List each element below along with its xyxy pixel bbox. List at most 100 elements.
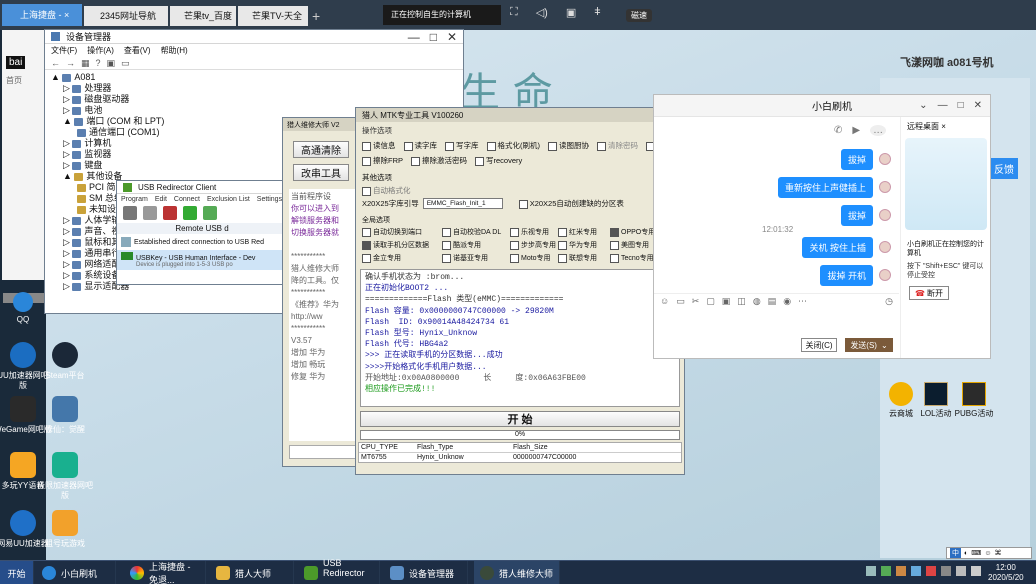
op-checkbox[interactable]: 格式化(刷机)	[486, 140, 540, 151]
forward-icon[interactable]: →	[66, 58, 75, 68]
volume-icon[interactable]	[971, 566, 981, 576]
connect-icon[interactable]	[163, 206, 177, 220]
op-checkbox[interactable]: 擦除FRP	[362, 155, 403, 166]
browser-tab-active[interactable]: 上海捷盘 - ×	[2, 4, 82, 26]
baidu-logo[interactable]: bai	[6, 56, 26, 69]
clock[interactable]: 12:00 2020/5/20	[988, 563, 1024, 583]
tray-icon[interactable]	[866, 566, 876, 576]
volume-icon[interactable]: ◁)	[536, 6, 548, 24]
chat-close-button[interactable]: 关闭(C)	[801, 338, 837, 352]
task-device-manager[interactable]: 设备管理器	[384, 561, 468, 584]
minimize-button[interactable]: —	[938, 100, 948, 111]
side-app-yunshangcheng[interactable]: 云商城	[884, 382, 918, 419]
task-lieren-master[interactable]: 猎人维修大师	[474, 561, 560, 584]
connection-row[interactable]: Established direct connection to USB Red	[117, 234, 287, 250]
scissors-icon[interactable]: ✂	[692, 296, 700, 306]
desktop-icon-zuhao[interactable]: 租号玩游戏	[36, 510, 94, 549]
op-checkbox[interactable]: 写字库	[445, 140, 479, 151]
desktop-icon-steam[interactable]: Steam平台	[36, 342, 94, 381]
menu-edit[interactable]: Edit	[155, 196, 167, 203]
tray-icon[interactable]	[911, 566, 921, 576]
global-option-checkbox[interactable]: 金立专用	[362, 253, 442, 263]
task-lieren-folder[interactable]: 猎人大师	[210, 561, 294, 584]
win-badge[interactable]: 磁速	[626, 9, 652, 22]
modify-serial-button[interactable]: 改串工具	[293, 164, 349, 181]
global-option-checkbox[interactable]: 乐视专用	[510, 227, 558, 237]
op-checkbox[interactable]: 清除密码	[597, 140, 638, 151]
task-browser[interactable]: 上海捷盘 - 免退...	[124, 561, 206, 584]
device-row[interactable]: USBKey - USB Human Interface - Dev Devic…	[117, 250, 287, 270]
expand-icon[interactable]: ⌄	[919, 100, 927, 111]
tray-icon[interactable]	[941, 566, 951, 576]
global-option-checkbox[interactable]: 自动切换到端口	[362, 227, 442, 237]
global-option-checkbox[interactable]: 红米专用	[558, 227, 610, 237]
tray-icon[interactable]	[881, 566, 891, 576]
close-button[interactable]: ✕	[974, 100, 982, 111]
image-icon[interactable]: ▣	[722, 296, 731, 306]
desktop-icon-xiuxian[interactable]: 修仙：觉醒	[36, 396, 94, 435]
qualcomm-clear-button[interactable]: 高通清除	[293, 141, 349, 158]
history-icon[interactable]: ◷	[885, 296, 893, 306]
menu-action[interactable]: 操作(A)	[87, 45, 114, 55]
global-option-checkbox[interactable]: 读取手机分区数据	[362, 240, 442, 250]
global-option-checkbox[interactable]: 华为专用	[558, 240, 610, 250]
tray-icon[interactable]	[926, 566, 936, 576]
message-input[interactable]	[656, 309, 897, 337]
close-button[interactable]: ✕	[447, 30, 457, 44]
menu-program[interactable]: Program	[121, 196, 148, 203]
browser-tab[interactable]: 2345网址导航	[84, 6, 168, 26]
task-qq[interactable]: 小白刷机	[36, 561, 116, 584]
x20-auto-checkbox[interactable]: X20X25自动创建缺的分区表	[518, 198, 624, 209]
window-icon[interactable]: ▣	[566, 6, 576, 24]
pin-icon[interactable]: ǂ	[594, 6, 600, 24]
tree-item[interactable]: ▷ 磁盘驱动器	[51, 94, 463, 105]
menu-connect[interactable]: Connect	[174, 196, 200, 203]
gif-icon[interactable]: ▭	[676, 296, 685, 306]
more-icon[interactable]: ⋯	[798, 296, 807, 306]
folder-icon[interactable]: ▢	[706, 296, 715, 306]
task-usb-redirector[interactable]: USB Redirector ...	[298, 558, 380, 584]
x20-select[interactable]: EMMC_Flash_Init_1	[422, 198, 503, 209]
global-option-checkbox[interactable]: 联想专用	[558, 253, 610, 263]
maximize-button[interactable]: □	[430, 30, 437, 44]
side-app-pubg[interactable]: PUBG活动	[954, 382, 994, 419]
tray-icon[interactable]	[896, 566, 906, 576]
send-button[interactable]: 发送(S) ⌄	[845, 338, 893, 352]
tree-item[interactable]: ▷ 处理器	[51, 83, 463, 94]
global-option-checkbox[interactable]: 诺基亚专用	[442, 253, 510, 263]
menu-view[interactable]: 查看(V)	[124, 45, 151, 55]
global-option-checkbox[interactable]: 步步高专用	[510, 240, 558, 250]
auto-format-checkbox[interactable]: 自动格式化	[362, 185, 678, 196]
op-checkbox[interactable]: 读图厨协	[548, 140, 589, 151]
minimize-button[interactable]: —	[408, 30, 420, 44]
menu-help[interactable]: 帮助(H)	[161, 45, 188, 55]
browser-tab[interactable]: 芒果TV-天全看	[238, 6, 308, 41]
op-checkbox[interactable]: 写recovery	[475, 155, 522, 166]
add-server-icon[interactable]	[123, 206, 137, 220]
monitor-icon[interactable]: ▭	[121, 58, 130, 68]
network-icon[interactable]	[956, 566, 966, 576]
global-option-checkbox[interactable]: 自动校验DA DL	[442, 227, 510, 237]
remove-server-icon[interactable]	[143, 206, 157, 220]
start-button[interactable]: 开 始	[360, 411, 680, 427]
op-checkbox[interactable]: 读字库	[403, 140, 437, 151]
scan-icon[interactable]: ▣	[107, 58, 116, 68]
side-app-lol[interactable]: LOL活动	[918, 382, 954, 419]
op-checkbox[interactable]: 读信息	[362, 140, 396, 151]
menu-settings[interactable]: Settings	[257, 196, 282, 203]
emoji-icon[interactable]: ☺	[660, 296, 669, 306]
start-button[interactable]: 开始	[0, 561, 34, 584]
new-tab-button[interactable]: +	[312, 8, 320, 24]
desktop-icon-jixian[interactable]: 极限加速器网吧版	[36, 452, 94, 501]
ime-bar[interactable]: 中 ◐ ⌨ ☺ ⌘	[946, 547, 1032, 559]
help-icon[interactable]: ?	[96, 58, 101, 68]
tree-root[interactable]: ▲ A081	[51, 72, 463, 83]
global-option-checkbox[interactable]: Moto专用	[510, 253, 558, 263]
record-icon[interactable]: ◉	[783, 296, 791, 306]
table-row[interactable]: MT6755 Hynix_Unknow 0000000747C00000	[359, 453, 681, 462]
refresh-icon[interactable]	[203, 206, 217, 220]
menu-file[interactable]: 文件(F)	[51, 45, 77, 55]
back-icon[interactable]: ←	[51, 58, 60, 68]
browser-tab[interactable]: 芒果tv_百度搜索	[170, 6, 236, 41]
screen-icon[interactable]: ▤	[768, 296, 777, 306]
